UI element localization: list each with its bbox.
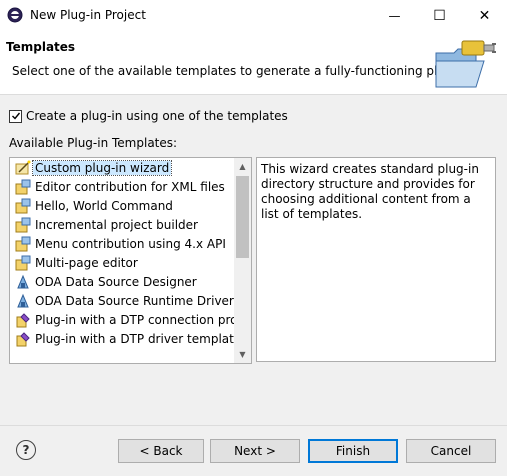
wand-icon xyxy=(15,160,31,176)
template-list-scrollbar[interactable]: ▲ ▼ xyxy=(234,158,251,363)
plugin-icon xyxy=(15,312,31,328)
template-icon xyxy=(15,198,31,214)
template-icon xyxy=(15,217,31,233)
maximize-icon: ☐ xyxy=(433,7,446,24)
template-description: This wizard creates standard plug-in dir… xyxy=(256,157,496,362)
data-source-icon xyxy=(15,274,31,290)
window-title: New Plug-in Project xyxy=(30,8,146,22)
finish-button[interactable]: Finish xyxy=(308,439,398,463)
wizard-header: Templates Select one of the available te… xyxy=(0,31,507,95)
title-bar: New Plug-in Project — ☐ ✕ xyxy=(0,0,507,31)
list-item[interactable]: Hello, World Command xyxy=(10,196,234,215)
plugin-icon xyxy=(15,331,31,347)
list-item[interactable]: Menu contribution using 4.x API xyxy=(10,234,234,253)
available-templates-label: Available Plug-in Templates: xyxy=(9,136,178,150)
scroll-thumb[interactable] xyxy=(236,176,249,258)
minimize-icon: — xyxy=(388,8,401,23)
help-button[interactable]: ? xyxy=(16,440,36,460)
list-item[interactable]: ODA Data Source Runtime Driver xyxy=(10,291,234,310)
next-button[interactable]: Next > xyxy=(210,439,300,463)
list-item[interactable]: Multi-page editor xyxy=(10,253,234,272)
use-template-checkbox-row[interactable]: Create a plug-in using one of the templa… xyxy=(9,109,288,123)
scroll-up-arrow-icon[interactable]: ▲ xyxy=(234,158,251,175)
template-icon xyxy=(15,179,31,195)
button-bar-separator xyxy=(0,425,507,426)
plugin-folder-icon xyxy=(432,35,502,91)
template-list[interactable]: Custom plug-in wizard Editor contributio… xyxy=(9,157,252,364)
template-list-items: Custom plug-in wizard Editor contributio… xyxy=(10,158,234,348)
list-item[interactable]: Incremental project builder xyxy=(10,215,234,234)
page-description: Select one of the available templates to… xyxy=(12,64,472,78)
list-item[interactable]: ODA Data Source Designer xyxy=(10,272,234,291)
minimize-button[interactable]: — xyxy=(372,0,417,31)
list-item[interactable]: Plug-in with a DTP connection profile xyxy=(10,310,234,329)
close-icon: ✕ xyxy=(478,7,491,24)
list-item[interactable]: Plug-in with a DTP driver template xyxy=(10,329,234,348)
maximize-button[interactable]: ☐ xyxy=(417,0,462,31)
use-template-label: Create a plug-in using one of the templa… xyxy=(26,109,288,123)
eclipse-app-icon xyxy=(7,7,23,23)
use-template-checkbox[interactable] xyxy=(9,109,22,123)
help-icon: ? xyxy=(22,443,30,457)
list-item[interactable]: Custom plug-in wizard xyxy=(10,158,234,177)
checkmark-icon xyxy=(11,112,20,120)
data-source-icon xyxy=(15,293,31,309)
cancel-button[interactable]: Cancel xyxy=(406,439,496,463)
template-icon xyxy=(15,255,31,271)
list-item[interactable]: Editor contribution for XML files xyxy=(10,177,234,196)
scroll-down-arrow-icon[interactable]: ▼ xyxy=(234,346,251,363)
template-icon xyxy=(15,236,31,252)
page-title: Templates xyxy=(6,40,76,54)
back-button[interactable]: < Back xyxy=(118,439,204,463)
close-button[interactable]: ✕ xyxy=(462,0,507,31)
